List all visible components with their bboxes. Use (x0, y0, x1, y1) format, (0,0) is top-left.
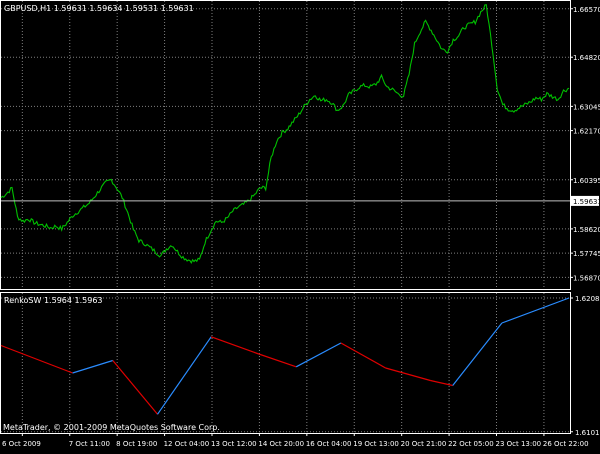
renko-segment-up (452, 322, 503, 386)
x-tick-label: 13 Oct 12:00 (211, 440, 257, 448)
chart-window: 1.66570 1.64820 1.63045 1.62170 1.60395 1.596… (0, 0, 600, 450)
y-tick-label: 1.63045 (573, 103, 600, 111)
renko-segment-down (112, 360, 158, 415)
y-tick-label: 1.64820 (573, 54, 600, 62)
x-tick-label: 12 Oct 04:00 (164, 440, 210, 448)
y-tick-label: 1.6208 (575, 295, 600, 303)
x-tick-label: 19 Oct 13:00 (353, 440, 399, 448)
y-tick-label: 1.58620 (573, 226, 600, 234)
y-tick-label: 1.6101 (575, 429, 600, 437)
y-tick-label: 1.66570 (573, 6, 600, 14)
indicator-header: RenkoSW 1.5964 1.5963 (4, 296, 103, 305)
main-plot-frame (0, 0, 571, 290)
y-tick-label: 1.57745 (573, 250, 600, 258)
x-tick-label: 26 Oct 22:00 (543, 440, 589, 448)
main-chart-header: GBPUSD,H1 1.59631 1.59634 1.59531 1.5963… (4, 4, 194, 13)
main-grid (1, 1, 570, 289)
x-tick-label: 7 Oct 11:00 (69, 440, 110, 448)
chart-canvas: 1.66570 1.64820 1.63045 1.62170 1.60395 1.596… (0, 0, 600, 448)
renko-segment-down (0, 344, 73, 374)
main-y-axis: 1.66570 1.64820 1.63045 1.62170 1.60395 1.596… (570, 6, 600, 282)
renko-segment-up (157, 336, 212, 415)
x-axis: 6 Oct 2009 7 Oct 11:00 8 Oct 19:00 12 Oct 0… (2, 433, 589, 448)
renko-segment-up (501, 297, 570, 324)
renko-segment-up (72, 359, 113, 374)
x-tick-label: 20 Oct 21:00 (401, 440, 447, 448)
x-tick-label: 14 Oct 20:00 (258, 440, 304, 448)
current-price-label: 1.59631 (573, 198, 600, 206)
renko-series (0, 297, 570, 415)
price-series (0, 4, 570, 264)
renko-segment-down (340, 342, 386, 369)
x-tick-label: 23 Oct 13:00 (496, 440, 542, 448)
x-tick-label: 22 Oct 05:00 (448, 440, 494, 448)
renko-segment-down (385, 367, 431, 382)
y-tick-label: 1.62170 (573, 128, 600, 136)
indicator-y-axis: 1.6208 1.6101 (570, 295, 600, 437)
renko-segment-up (295, 342, 342, 368)
renko-segment-down (255, 352, 297, 368)
x-tick-label: 6 Oct 2009 (2, 440, 41, 448)
x-tick-label: 8 Oct 19:00 (116, 440, 157, 448)
price-line (0, 4, 570, 264)
x-tick-label: 16 Oct 04:00 (306, 440, 352, 448)
y-tick-label: 1.56870 (573, 274, 600, 282)
y-tick-label: 1.60395 (573, 177, 600, 185)
renko-segment-down (210, 336, 257, 354)
copyright-text: MetaTrader, © 2001-2009 MetaQuotes Softw… (3, 423, 220, 432)
